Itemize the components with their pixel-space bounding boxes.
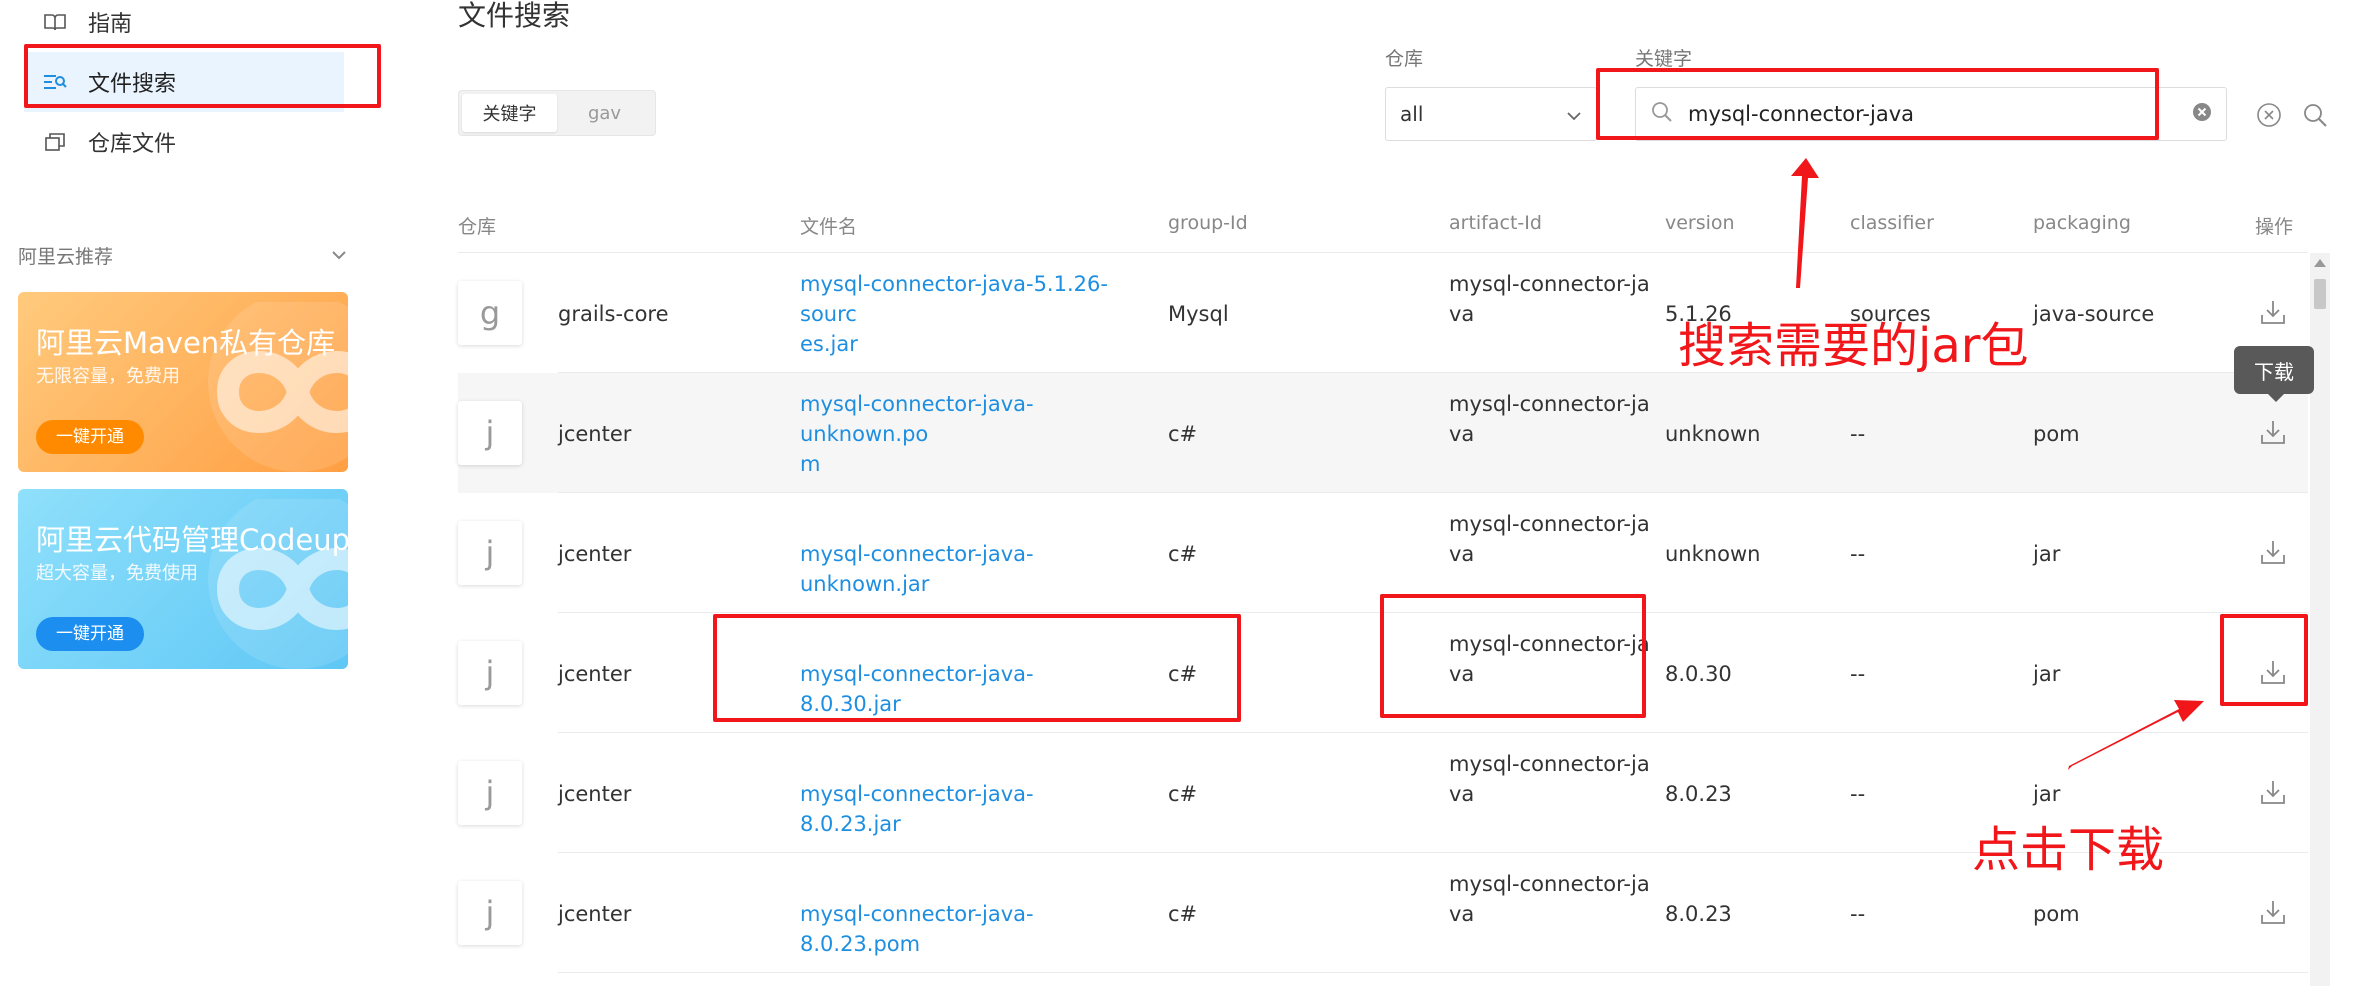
annotation-search-note: 搜索需要的jar包 [1678,318,2029,374]
annotation-download-note: 点击下载 [1972,822,2165,878]
